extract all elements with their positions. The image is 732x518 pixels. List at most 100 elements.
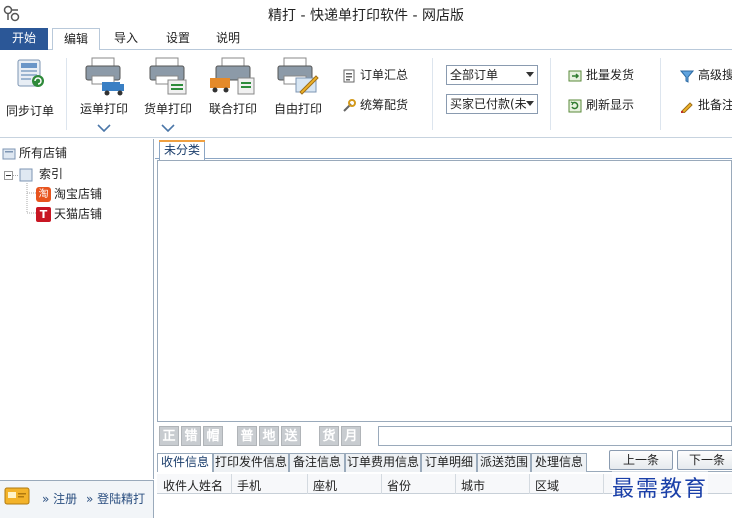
login-label: 登陆精打 (97, 492, 146, 506)
store-tree-panel: 所有店铺 索引 淘淘宝店铺 T 天猫店铺 (0, 139, 154, 479)
login-link[interactable]: » 登陆精打 (86, 490, 145, 507)
batch-ship-icon (568, 70, 582, 81)
quick-action-button[interactable]: 错 (181, 426, 201, 446)
taobao-store-label: 淘宝店铺 (54, 187, 103, 201)
free-print-button[interactable]: 自由打印 (272, 56, 324, 117)
tab-start[interactable]: 开始 (0, 28, 48, 50)
payment-status-dropdown[interactable]: 买家已付款(未 (446, 94, 538, 114)
column-province: 省份 (387, 479, 412, 493)
quick-action-button[interactable]: 货 (319, 426, 339, 446)
tab-order-fee-info[interactable]: 订单费用信息 (345, 453, 421, 472)
tab-uncategorized[interactable]: 未分类 (159, 140, 205, 160)
next-record-button[interactable]: 下一条 (677, 450, 732, 470)
order-summary-label: 订单汇总 (360, 68, 409, 82)
ribbon-separator (660, 58, 661, 130)
tab-recipient-info[interactable]: 收件信息 (157, 453, 213, 472)
tmall-icon: T (36, 207, 51, 222)
account-footer: » 注册 » 登陆精打 (0, 480, 154, 518)
goods-print-button[interactable]: 货单打印 (142, 56, 194, 117)
taobao-icon: 淘 (36, 187, 51, 202)
tab-delivery-range[interactable]: 派送范围 (477, 453, 531, 472)
waybill-print-button[interactable]: 运单打印 (78, 56, 130, 117)
ribbon-tab-bar: 开始 编辑 导入 设置 说明 (0, 28, 732, 51)
printer-pen-icon (277, 57, 319, 95)
chevron-down-icon[interactable] (97, 124, 111, 132)
tree-root-label: 所有店铺 (19, 146, 68, 160)
order-filter-dropdown[interactable]: 全部订单 (446, 65, 538, 85)
combined-print-icon (210, 57, 255, 95)
column-city: 城市 (461, 479, 486, 493)
category-tab-strip: 未分类 (155, 139, 732, 160)
refresh-button[interactable]: 刷新显示 (568, 96, 634, 113)
title-bar: 精打 - 快递单打印软件 - 网店版 (0, 0, 732, 28)
tree-node-all-stores[interactable]: 所有店铺 (2, 144, 67, 161)
plan-distribution-button[interactable]: 统筹配货 (342, 96, 408, 113)
batch-ship-label: 批量发货 (586, 68, 635, 82)
tab-help[interactable]: 说明 (206, 28, 250, 50)
filter-icon (679, 70, 695, 83)
dropdown-arrow-icon (526, 101, 534, 106)
payment-status-value: 买家已付款(未 (450, 97, 527, 111)
column-mobile: 手机 (237, 479, 262, 493)
waybill-print-label: 运单打印 (79, 102, 128, 116)
tab-remark-info[interactable]: 备注信息 (289, 453, 345, 472)
tree-node-tmall[interactable]: T 天猫店铺 (36, 205, 102, 222)
quick-action-strip: 正 错 帽 普 地 送 货 月 (157, 424, 732, 448)
order-summary-button[interactable]: 订单汇总 (342, 66, 408, 83)
column-district: 区域 (535, 479, 560, 493)
quick-note-input[interactable] (378, 426, 732, 446)
quick-action-button[interactable]: 正 (159, 426, 179, 446)
member-card-icon (4, 487, 30, 505)
ribbon-separator (432, 58, 433, 130)
combined-print-button[interactable]: 联合打印 (206, 56, 260, 117)
advanced-search-label: 高级搜 (698, 68, 732, 82)
ribbon-separator (66, 58, 67, 130)
batch-ship-button[interactable]: 批量发货 (568, 66, 634, 83)
order-filter-value: 全部订单 (450, 68, 499, 82)
link-arrow-icon: » (86, 492, 94, 506)
clipboard-icon (343, 69, 355, 82)
tree-index-label: 索引 (39, 167, 64, 181)
app-window: 精打 - 快递单打印软件 - 网店版 开始 编辑 导入 设置 说明 同步订单 运… (0, 0, 732, 518)
column-landline: 座机 (313, 479, 338, 493)
free-print-label: 自由打印 (273, 102, 322, 116)
quick-action-button[interactable]: 帽 (203, 426, 223, 446)
column-recipient-name: 收件人姓名 (163, 479, 224, 493)
sync-orders-button[interactable]: 同步订单 (4, 56, 56, 119)
ribbon-separator (550, 58, 551, 130)
tree-node-index[interactable]: 索引 (4, 165, 63, 182)
tab-import[interactable]: 导入 (104, 28, 148, 50)
sync-orders-icon (17, 59, 44, 87)
plan-distribution-label: 统筹配货 (360, 98, 409, 112)
tmall-store-label: 天猫店铺 (54, 207, 103, 221)
register-link[interactable]: » 注册 (42, 490, 77, 507)
window-title: 精打 - 快递单打印软件 - 网店版 (268, 8, 464, 24)
quick-action-button[interactable]: 地 (259, 426, 279, 446)
chevron-down-icon[interactable] (161, 124, 175, 132)
tab-order-detail[interactable]: 订单明细 (421, 453, 477, 472)
quick-action-button[interactable]: 普 (237, 426, 257, 446)
batch-note-label: 批备注 (698, 98, 732, 112)
tools-icon (343, 98, 356, 112)
tab-process-info[interactable]: 处理信息 (531, 453, 587, 472)
quick-action-button[interactable]: 送 (281, 426, 301, 446)
batch-note-button[interactable]: 批备注 (680, 96, 732, 114)
printer-box-icon (149, 57, 187, 95)
goods-print-label: 货单打印 (143, 102, 192, 116)
quick-action-button[interactable]: 月 (341, 426, 361, 446)
refresh-icon (568, 99, 582, 112)
tab-edit[interactable]: 编辑 (52, 28, 100, 51)
printer-truck-icon (85, 57, 124, 96)
ribbon-toolbar: 同步订单 运单打印 货单打印 联合打印 自由打印 订单汇总 统筹配货 全部订单 … (0, 50, 732, 138)
tab-settings[interactable]: 设置 (154, 28, 202, 50)
previous-record-button[interactable]: 上一条 (609, 450, 673, 470)
tab-sender-info[interactable]: 打印发件信息 (213, 453, 289, 472)
detail-tab-strip: 收件信息 打印发件信息 备注信息 订单费用信息 订单明细 派送范围 处理信息 上… (157, 450, 732, 472)
refresh-label: 刷新显示 (586, 98, 635, 112)
link-arrow-icon: » (42, 492, 50, 506)
advanced-search-button[interactable]: 高级搜 (679, 66, 732, 83)
order-list-grid[interactable] (157, 160, 732, 422)
combined-print-label: 联合打印 (208, 102, 257, 116)
watermark-text: 最需教育 (612, 471, 709, 503)
tree-node-taobao[interactable]: 淘淘宝店铺 (36, 185, 102, 202)
